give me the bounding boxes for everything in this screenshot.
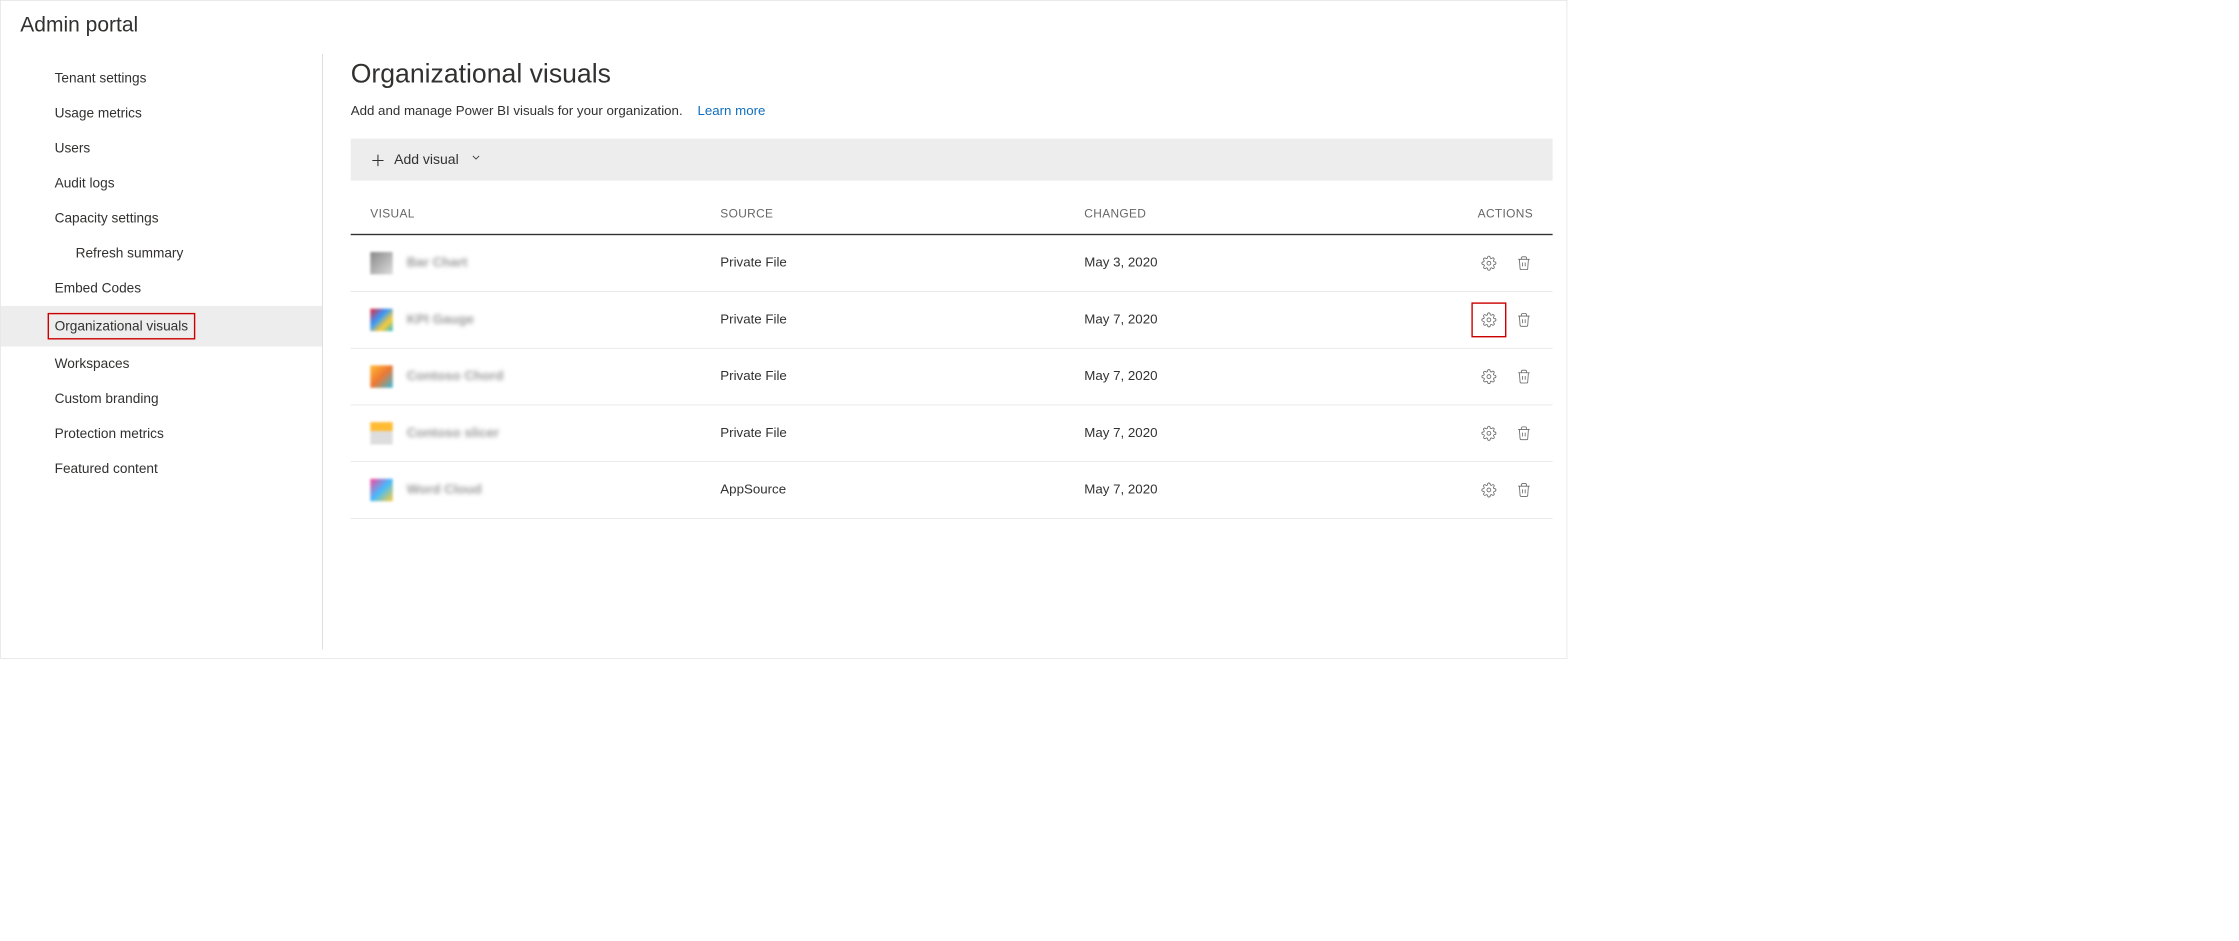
learn-more-link[interactable]: Learn more <box>697 104 765 119</box>
actions-cell <box>1435 368 1533 386</box>
sidebar-item-embed-codes[interactable]: Embed Codes <box>1 271 322 306</box>
source-cell: AppSource <box>720 482 1084 497</box>
actions-cell <box>1435 254 1533 272</box>
plus-icon: ＋ <box>370 148 385 170</box>
sidebar-item-refresh-summary[interactable]: Refresh summary <box>1 236 322 271</box>
add-visual-button[interactable]: ＋ Add visual <box>351 139 1553 181</box>
col-header-visual: VISUAL <box>370 207 720 221</box>
table-header: VISUAL SOURCE CHANGED ACTIONS <box>351 186 1553 235</box>
sidebar-item-label: Usage metrics <box>55 106 142 121</box>
source-cell: Private File <box>720 312 1084 327</box>
visual-cell: Contoso Chord <box>370 365 720 387</box>
sidebar-item-protection-metrics[interactable]: Protection metrics <box>1 417 322 452</box>
changed-cell: May 7, 2020 <box>1084 482 1435 497</box>
sidebar-item-users[interactable]: Users <box>1 131 322 166</box>
col-header-changed: CHANGED <box>1084 207 1435 221</box>
sidebar-item-label: Capacity settings <box>55 211 159 226</box>
sidebar-item-usage-metrics[interactable]: Usage metrics <box>1 96 322 131</box>
changed-cell: May 7, 2020 <box>1084 312 1435 327</box>
sidebar-item-tenant-settings[interactable]: Tenant settings <box>1 61 322 96</box>
actions-cell <box>1435 481 1533 499</box>
section-description: Add and manage Power BI visuals for your… <box>351 104 1553 119</box>
sidebar-item-featured-content[interactable]: Featured content <box>1 452 322 487</box>
gear-icon[interactable] <box>1480 424 1498 442</box>
sidebar-item-label: Custom branding <box>55 391 159 406</box>
visual-thumbnail <box>370 479 392 501</box>
add-visual-label: Add visual <box>394 152 459 168</box>
trash-icon[interactable] <box>1515 424 1533 442</box>
visual-cell: Word Cloud <box>370 479 720 501</box>
sidebar-item-label: Audit logs <box>55 176 115 191</box>
col-header-actions: ACTIONS <box>1435 207 1533 221</box>
description-text: Add and manage Power BI visuals for your… <box>351 104 683 119</box>
source-cell: Private File <box>720 369 1084 384</box>
actions-cell <box>1435 424 1533 442</box>
changed-cell: May 3, 2020 <box>1084 256 1435 271</box>
table-row: Bar Chart Private FileMay 3, 2020 <box>351 235 1553 292</box>
sidebar-item-label: Organizational visuals <box>48 313 196 340</box>
visual-name: Contoso slicer <box>407 426 499 441</box>
table-row: Contoso Chord Private FileMay 7, 2020 <box>351 349 1553 406</box>
table-row: Contoso slicer Private FileMay 7, 2020 <box>351 405 1553 462</box>
sidebar-item-label: Workspaces <box>55 356 130 371</box>
main-content: Organizational visuals Add and manage Po… <box>323 54 1567 650</box>
visual-thumbnail <box>370 309 392 331</box>
gear-icon[interactable] <box>1480 311 1498 329</box>
sidebar-item-label: Users <box>55 141 91 156</box>
source-cell: Private File <box>720 426 1084 441</box>
visual-name: Word Cloud <box>407 482 482 497</box>
gear-icon[interactable] <box>1480 368 1498 386</box>
visual-name: KPI Gauge <box>407 312 474 327</box>
visual-thumbnail <box>370 365 392 387</box>
sidebar-item-label: Refresh summary <box>76 246 184 261</box>
table-row: KPI Gauge Private FileMay 7, 2020 <box>351 292 1553 349</box>
trash-icon[interactable] <box>1515 481 1533 499</box>
page-title: Admin portal <box>1 13 1567 54</box>
section-title: Organizational visuals <box>351 60 1553 90</box>
sidebar-item-custom-branding[interactable]: Custom branding <box>1 382 322 417</box>
sidebar-item-capacity-settings[interactable]: Capacity settings <box>1 201 322 236</box>
visual-cell: Contoso slicer <box>370 422 720 444</box>
visual-cell: KPI Gauge <box>370 309 720 331</box>
sidebar-item-audit-logs[interactable]: Audit logs <box>1 166 322 201</box>
sidebar: Tenant settings Usage metrics Users Audit l… <box>1 54 323 650</box>
sidebar-item-label: Featured content <box>55 461 158 476</box>
gear-icon[interactable] <box>1480 481 1498 499</box>
visuals-table: VISUAL SOURCE CHANGED ACTIONS Bar Chart P… <box>351 186 1553 519</box>
changed-cell: May 7, 2020 <box>1084 426 1435 441</box>
sidebar-item-label: Embed Codes <box>55 281 142 296</box>
source-cell: Private File <box>720 256 1084 271</box>
col-header-source: SOURCE <box>720 207 1084 221</box>
sidebar-item-label: Tenant settings <box>55 71 147 86</box>
trash-icon[interactable] <box>1515 368 1533 386</box>
changed-cell: May 7, 2020 <box>1084 369 1435 384</box>
chevron-down-icon <box>470 151 483 168</box>
trash-icon[interactable] <box>1515 311 1533 329</box>
visual-name: Bar Chart <box>407 256 468 271</box>
sidebar-item-organizational-visuals[interactable]: Organizational visuals <box>1 306 322 347</box>
trash-icon[interactable] <box>1515 254 1533 272</box>
sidebar-item-label: Protection metrics <box>55 426 164 441</box>
sidebar-item-workspaces[interactable]: Workspaces <box>1 347 322 382</box>
visual-name: Contoso Chord <box>407 369 504 384</box>
table-row: Word Cloud AppSourceMay 7, 2020 <box>351 462 1553 519</box>
gear-icon[interactable] <box>1480 254 1498 272</box>
visual-cell: Bar Chart <box>370 252 720 274</box>
visual-thumbnail <box>370 422 392 444</box>
visual-thumbnail <box>370 252 392 274</box>
actions-cell <box>1435 311 1533 329</box>
